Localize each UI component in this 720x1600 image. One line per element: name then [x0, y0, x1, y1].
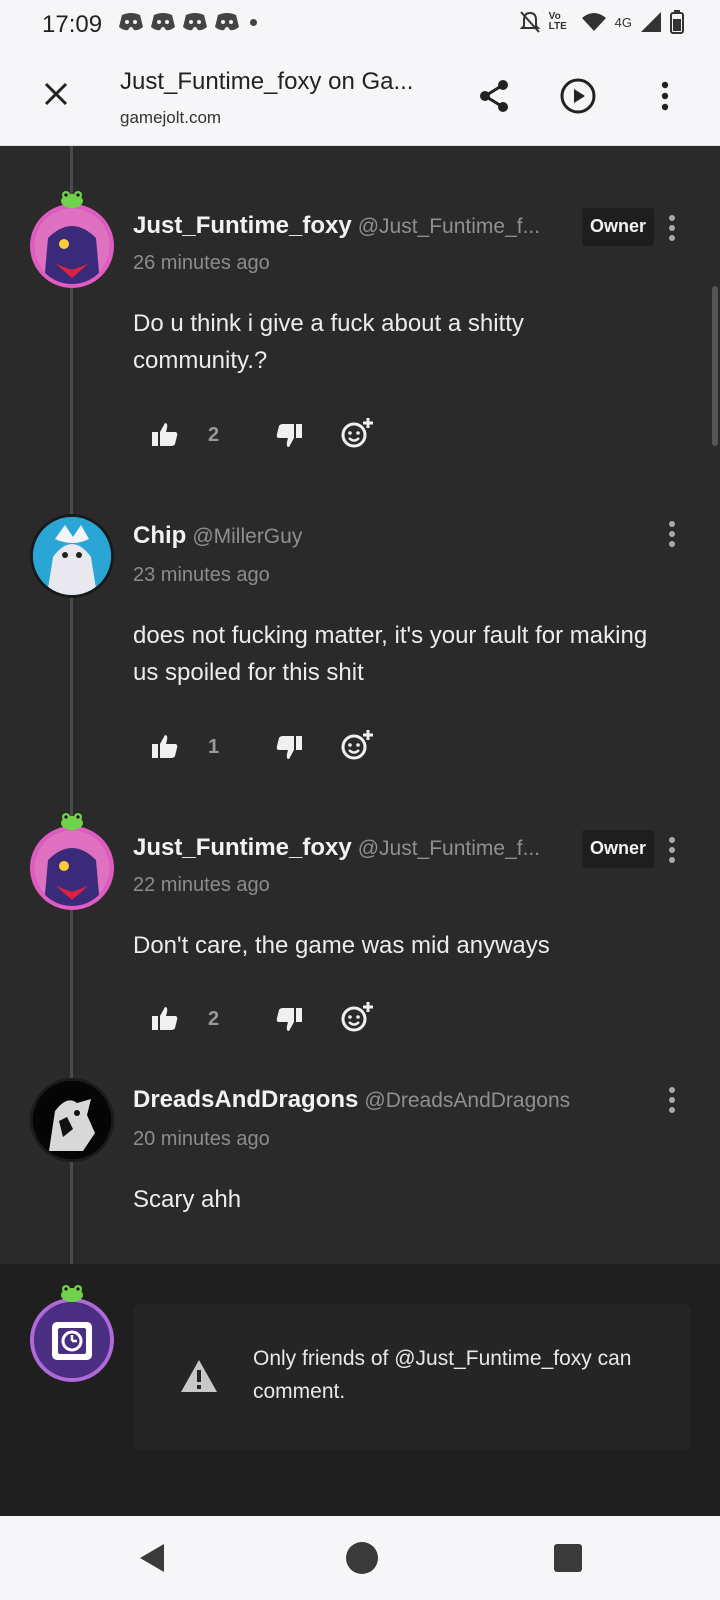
system-icons: Vo LTE 4G: [519, 10, 684, 34]
volte-label: Vo LTE: [548, 11, 567, 32]
comment-text: does not fucking matter, it's your fault…: [133, 622, 648, 686]
thumbs-down-icon[interactable]: [274, 732, 304, 762]
share-button[interactable]: [472, 74, 516, 118]
bell-off-icon: [519, 11, 541, 33]
author-name: Chip: [133, 522, 187, 549]
back-icon[interactable]: [134, 1540, 174, 1576]
share-icon: [480, 80, 508, 112]
comment-text: Do u think i give a fuck about a shitty …: [133, 310, 524, 374]
current-user-avatar[interactable]: [30, 1285, 114, 1382]
more-notifications-dot-icon: [250, 18, 257, 26]
more-vertical-icon: [669, 521, 675, 547]
avatar[interactable]: [30, 191, 114, 288]
avatar[interactable]: [30, 514, 114, 598]
comment-author[interactable]: Chip @MillerGuy: [133, 522, 302, 550]
comment-time[interactable]: 20 minutes ago: [133, 1128, 270, 1151]
thumbs-up-icon[interactable]: [150, 732, 180, 762]
comment-author[interactable]: Just_Funtime_foxy @Just_Funtime_f...: [133, 212, 540, 240]
more-vertical-icon: [669, 1087, 675, 1113]
comment-time[interactable]: 22 minutes ago: [133, 874, 270, 897]
warning-icon: [181, 1360, 217, 1392]
comment-time[interactable]: 26 minutes ago: [133, 252, 270, 275]
avatar-image: [34, 208, 110, 284]
system-nav-bar: [0, 1516, 720, 1600]
author-name: DreadsAndDragons: [133, 1086, 359, 1113]
avatar[interactable]: [30, 1078, 114, 1162]
discord-icon: [215, 13, 239, 31]
frog-icon: [61, 813, 83, 830]
author-handle: @DreadsAndDragons: [364, 1089, 571, 1112]
discord-icon: [183, 13, 207, 31]
discord-icon: [151, 13, 175, 31]
more-vertical-icon: [669, 837, 675, 863]
thumbs-down-icon[interactable]: [274, 1004, 304, 1034]
add-reaction-icon[interactable]: [340, 1000, 374, 1034]
browser-toolbar: Just_Funtime_foxy on Ga... gamejolt.com: [0, 48, 720, 146]
avatar-image: [33, 517, 111, 595]
owner-badge: Owner: [582, 208, 655, 246]
recents-button[interactable]: [554, 1544, 582, 1572]
comment-actions: 1: [150, 730, 390, 768]
close-icon: [44, 82, 68, 106]
comments-thread: Just_Funtime_foxy @Just_Funtime_f... Owne…: [0, 146, 720, 1264]
comment-actions: 2: [150, 1002, 390, 1040]
comment-text: Don't care, the game was mid anyways: [133, 932, 550, 959]
comment-options-button[interactable]: [660, 210, 684, 246]
comment-restriction-notice: Only friends of @Just_Funtime_foxy can c…: [133, 1304, 691, 1450]
status-bar: 17:09 Vo LTE 4G: [0, 0, 720, 48]
avatar[interactable]: [30, 813, 114, 910]
avatar-image: [33, 1081, 111, 1159]
network-type: 4G: [614, 14, 632, 30]
notification-icons: [118, 12, 257, 32]
discord-icon: [119, 13, 143, 31]
comment-options-button[interactable]: [660, 832, 684, 868]
comment-actions: 2: [150, 418, 390, 456]
author-handle: @MillerGuy: [192, 525, 303, 548]
more-vertical-icon: [669, 215, 675, 241]
comment-author[interactable]: Just_Funtime_foxy @Just_Funtime_f...: [133, 834, 540, 862]
wifi-icon: [581, 13, 606, 31]
more-vertical-icon: [661, 81, 669, 111]
comment-time[interactable]: 23 minutes ago: [133, 564, 270, 587]
frog-icon: [61, 191, 83, 208]
status-time: 17:09: [42, 11, 103, 38]
signal-icon: [641, 12, 661, 32]
page-url: gamejolt.com: [120, 108, 222, 127]
frog-icon: [61, 1285, 83, 1302]
like-count[interactable]: 2: [208, 424, 219, 447]
like-count[interactable]: 1: [208, 736, 219, 759]
comment-author[interactable]: DreadsAndDragons @DreadsAndDragons: [133, 1086, 570, 1114]
thumbs-up-icon[interactable]: [150, 420, 180, 450]
author-name: Just_Funtime_foxy: [133, 212, 352, 239]
author-handle: @Just_Funtime_f...: [357, 215, 541, 238]
home-button[interactable]: [346, 1542, 378, 1574]
like-count[interactable]: 2: [208, 1008, 219, 1031]
page-title: Just_Funtime_foxy on Ga...: [120, 68, 414, 95]
notice-text: Only friends of @Just_Funtime_foxy can c…: [253, 1347, 632, 1403]
play-circle-icon: [560, 78, 596, 114]
author-name: Just_Funtime_foxy: [133, 834, 352, 861]
add-reaction-icon[interactable]: [340, 416, 374, 450]
more-options-button[interactable]: [643, 74, 687, 118]
thumbs-down-icon[interactable]: [274, 420, 304, 450]
play-button[interactable]: [556, 74, 600, 118]
author-handle: @Just_Funtime_f...: [357, 837, 541, 860]
avatar-image: [34, 1302, 110, 1378]
battery-icon: [670, 10, 684, 34]
comment-composer: Only friends of @Just_Funtime_foxy can c…: [0, 1264, 720, 1516]
comment-options-button[interactable]: [660, 516, 684, 552]
owner-badge: Owner: [582, 830, 655, 868]
comment-options-button[interactable]: [660, 1082, 684, 1118]
close-tab-button[interactable]: [34, 72, 78, 116]
scrollbar[interactable]: [712, 286, 718, 446]
add-reaction-icon[interactable]: [340, 728, 374, 762]
comment-text: Scary ahh: [133, 1186, 242, 1213]
thumbs-up-icon[interactable]: [150, 1004, 180, 1034]
avatar-image: [34, 830, 110, 906]
